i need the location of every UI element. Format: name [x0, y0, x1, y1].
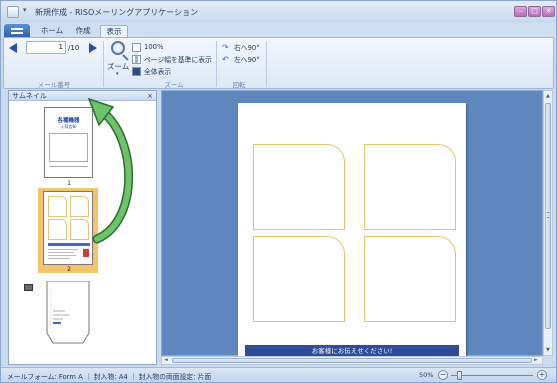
- group-label-mail-number: メール番号: [37, 81, 71, 89]
- group-separator: [216, 41, 217, 87]
- reorder-arrow-icon: [87, 97, 134, 244]
- menu-icon: [11, 27, 23, 34]
- thumbnail-sidebar: サムネイル × 各種機器 入荷告知 1 2: [8, 90, 157, 365]
- scroll-up-icon[interactable]: ▲: [546, 93, 550, 99]
- tab-view[interactable]: 表示: [100, 25, 128, 37]
- app-window: ▾ 新規作成 - RISOメーリングアプリケーション – □ ✕ ホーム 作成 …: [0, 0, 557, 383]
- preview-page: お客様にお伝えせください!: [238, 103, 466, 357]
- next-mail-button[interactable]: [89, 43, 97, 53]
- card-frame: [253, 144, 345, 230]
- window-title: 新規作成 - RISOメーリングアプリケーション: [35, 8, 199, 17]
- app-icon[interactable]: [7, 6, 19, 18]
- zoom-slider-thumb[interactable]: [457, 371, 463, 380]
- ribbon-tabs: ホーム 作成 表示: [1, 23, 556, 37]
- fit-width-button[interactable]: ページ幅を基準に表示: [132, 54, 212, 64]
- card-frame: [364, 236, 456, 322]
- file-menu-button[interactable]: [4, 24, 30, 37]
- zoom-magnifier-icon[interactable]: [111, 41, 125, 55]
- horizontal-scroll-thumb[interactable]: [172, 358, 532, 363]
- group-separator: [266, 41, 267, 87]
- zoom-100-label: 100%: [144, 43, 164, 51]
- ribbon-panel: 1 /10 メール番号 ズーム ▾ 100% ページ幅を基準に表示 全体表示 ズ…: [3, 37, 554, 89]
- zoom-100-button[interactable]: 100%: [132, 42, 163, 52]
- preview-canvas[interactable]: お客様にお伝えせください!: [161, 90, 543, 357]
- zoom-magnifier-handle: [122, 54, 129, 61]
- mail-total: /10: [68, 44, 80, 52]
- card-frame: [364, 144, 456, 230]
- minimize-button[interactable]: –: [514, 6, 527, 17]
- close-button[interactable]: ✕: [542, 6, 555, 17]
- title-bar: ▾ 新規作成 - RISOメーリングアプリケーション – □ ✕: [1, 1, 556, 23]
- group-label-rotate: 回転: [232, 81, 246, 89]
- tab-home[interactable]: ホーム: [37, 25, 67, 37]
- fit-page-label: 全体表示: [144, 68, 172, 76]
- fit-page-button[interactable]: 全体表示: [132, 66, 171, 76]
- vertical-scrollbar[interactable]: ▲ ▼: [543, 90, 553, 356]
- quick-access-dropdown-icon[interactable]: ▾: [23, 6, 27, 14]
- page-icon: [132, 42, 141, 52]
- card-frame: [253, 236, 345, 322]
- rotate-left-icon: ↶: [222, 54, 229, 64]
- rotate-right-button[interactable]: ↷ 右へ90°: [222, 42, 260, 53]
- scroll-down-icon[interactable]: ▼: [546, 347, 550, 353]
- status-text: メールフォーム: Form A ｜ 封入物: A4 ｜ 封入物の両面設定: 片面: [7, 373, 212, 381]
- scroll-right-icon[interactable]: ►: [534, 357, 538, 363]
- zoom-out-button[interactable]: −: [438, 370, 448, 380]
- zoom-dropdown-icon[interactable]: ▾: [116, 71, 119, 77]
- group-label-zoom: ズーム: [164, 81, 184, 89]
- fit-width-icon: [132, 54, 141, 64]
- maximize-button[interactable]: □: [528, 6, 541, 17]
- vertical-scroll-thumb[interactable]: [545, 103, 551, 329]
- tab-create[interactable]: 作成: [69, 25, 97, 37]
- group-separator: [103, 41, 104, 87]
- previous-mail-button[interactable]: [9, 43, 17, 53]
- fit-page-icon: [132, 66, 141, 76]
- zoom-in-button[interactable]: +: [537, 370, 547, 380]
- scroll-grip-icon: [547, 212, 549, 218]
- fit-width-label: ページ幅を基準に表示: [144, 56, 212, 64]
- zoom-percent: 50%: [419, 371, 434, 379]
- rotate-left-label: 左へ90°: [234, 56, 260, 64]
- status-bar: メールフォーム: Form A ｜ 封入物: A4 ｜ 封入物の両面設定: 片面…: [1, 367, 556, 382]
- rotate-right-icon: ↷: [222, 42, 229, 52]
- mail-number-input[interactable]: 1: [26, 41, 66, 54]
- rotate-left-button[interactable]: ↶ 左へ90°: [222, 54, 260, 65]
- scroll-left-icon[interactable]: ◄: [164, 357, 168, 363]
- zoom-slider-track[interactable]: [451, 375, 533, 376]
- horizontal-scrollbar[interactable]: ◄ ►: [161, 356, 543, 365]
- rotate-right-label: 右へ90°: [234, 44, 260, 52]
